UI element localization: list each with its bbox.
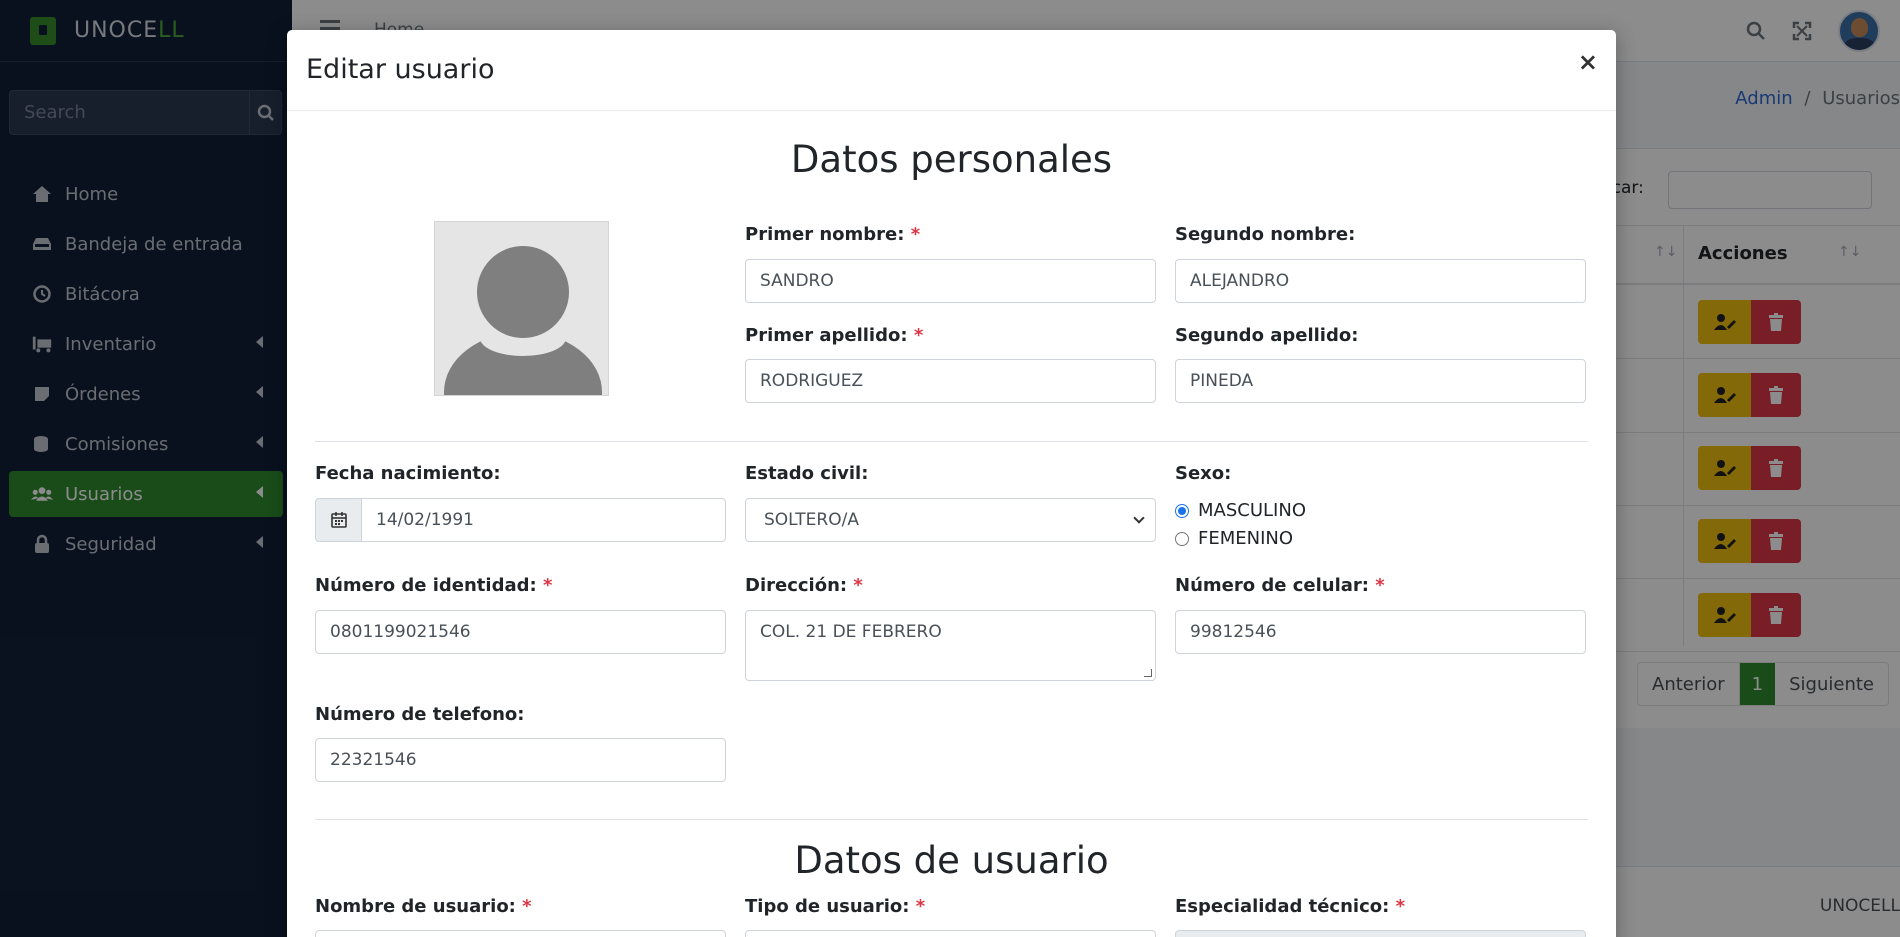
tipo-usuario-select[interactable]	[745, 930, 1156, 937]
primer-apellido-input[interactable]: RODRIGUEZ	[745, 359, 1156, 403]
label-sexo: Sexo:	[1175, 463, 1232, 484]
direccion-textarea[interactable]: COL. 21 DE FEBRERO	[745, 610, 1156, 681]
radio-button-checked[interactable]	[1175, 503, 1189, 518]
direccion-value: COL. 21 DE FEBRERO	[760, 622, 942, 642]
radio-label-femenino: FEMENINO	[1198, 528, 1294, 549]
label-direccion: Dirección: *	[745, 575, 863, 596]
section-divider	[315, 441, 1588, 442]
label-numero-identidad: Número de identidad: *	[315, 575, 553, 596]
label-numero-telefono: Número de telefono:	[315, 704, 525, 725]
estado-civil-select[interactable]: SOLTERO/A	[745, 498, 1156, 542]
numero-identidad-input[interactable]: 0801199021546	[315, 610, 726, 654]
label-numero-celular: Número de celular: *	[1175, 575, 1385, 596]
chevron-down-icon	[1133, 512, 1145, 524]
segundo-nombre-input[interactable]: ALEJANDRO	[1175, 259, 1586, 303]
modal-title: Editar usuario	[306, 54, 495, 85]
edit-user-modal: Editar usuario × Datos personales Primer…	[287, 30, 1616, 937]
label-primer-nombre: Primer nombre: *	[745, 224, 921, 245]
radio-femenino[interactable]: FEMENINO	[1175, 528, 1293, 549]
modal-header: Editar usuario ×	[287, 30, 1616, 111]
nombre-usuario-input[interactable]	[315, 930, 726, 937]
section-divider	[315, 819, 1588, 820]
resize-handle-icon[interactable]	[1144, 669, 1152, 677]
estado-civil-value: SOLTERO/A	[764, 510, 859, 530]
especialidad-tecnico-select[interactable]	[1175, 930, 1586, 937]
calendar-icon[interactable]	[315, 498, 362, 542]
profile-photo-placeholder[interactable]	[434, 221, 609, 396]
label-tipo-usuario: Tipo de usuario: *	[745, 896, 926, 917]
segundo-apellido-input[interactable]: PINEDA	[1175, 359, 1586, 403]
radio-button-unchecked[interactable]	[1175, 531, 1189, 546]
label-primer-apellido: Primer apellido: *	[745, 325, 924, 346]
radio-label-masculino: MASCULINO	[1198, 500, 1306, 521]
section-title-usuario: Datos de usuario	[794, 839, 1109, 882]
label-nombre-usuario: Nombre de usuario: *	[315, 896, 532, 917]
primer-nombre-input[interactable]: SANDRO	[745, 259, 1156, 303]
label-estado-civil: Estado civil:	[745, 463, 869, 484]
label-segundo-apellido: Segundo apellido:	[1175, 325, 1359, 346]
radio-masculino[interactable]: MASCULINO	[1175, 500, 1306, 521]
section-title-personal: Datos personales	[790, 138, 1113, 181]
close-icon[interactable]: ×	[1578, 48, 1598, 76]
label-fecha-nacimiento: Fecha nacimiento:	[315, 463, 501, 484]
fecha-nacimiento-input[interactable]: 14/02/1991	[361, 498, 726, 542]
numero-telefono-input[interactable]: 22321546	[315, 738, 726, 782]
label-especialidad-tecnico: Especialidad técnico: *	[1175, 896, 1406, 917]
numero-celular-input[interactable]: 99812546	[1175, 610, 1586, 654]
label-segundo-nombre: Segundo nombre:	[1175, 224, 1356, 245]
